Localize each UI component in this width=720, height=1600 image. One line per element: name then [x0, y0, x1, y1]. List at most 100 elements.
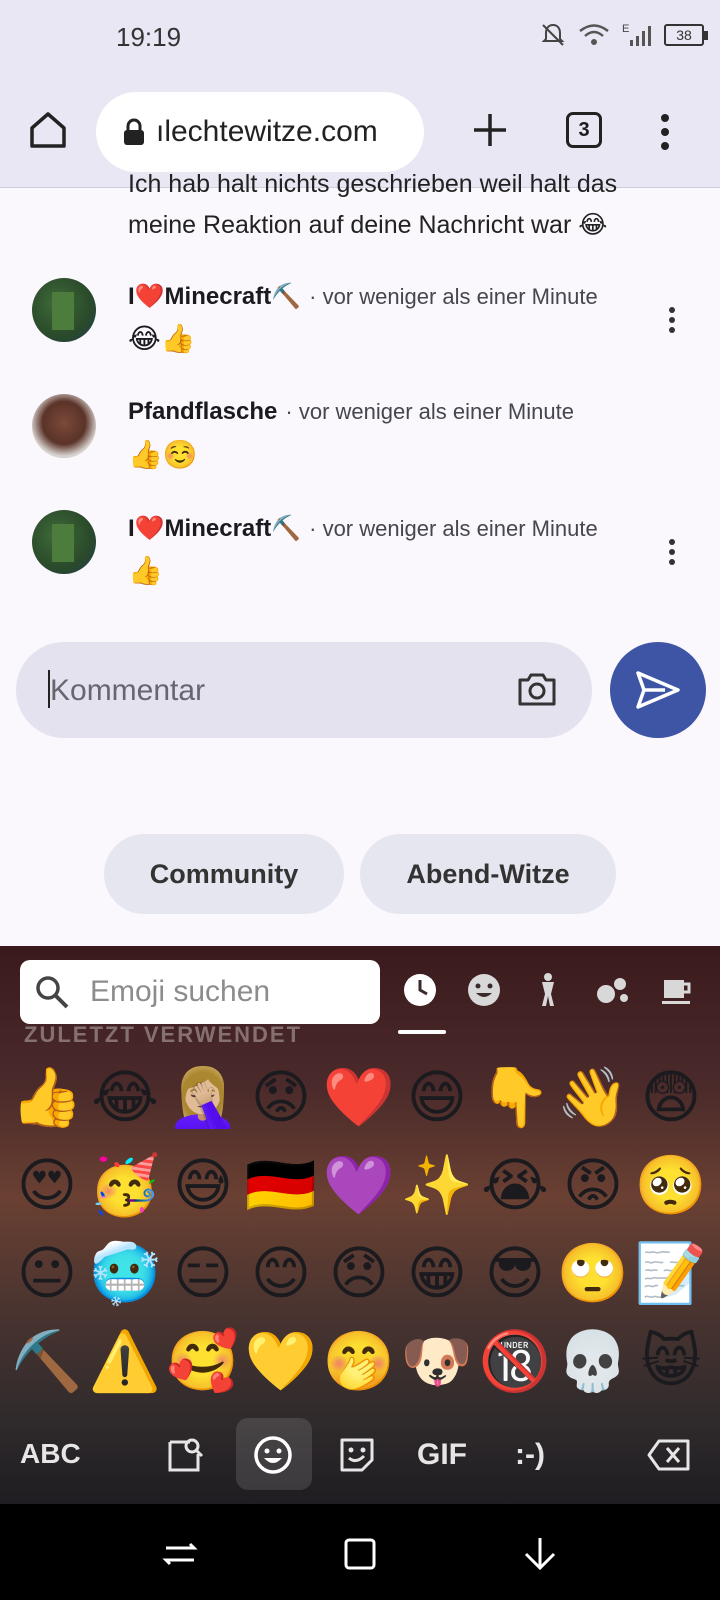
abc-button[interactable]: ABC: [20, 1438, 81, 1470]
people-category-icon[interactable]: [526, 968, 570, 1012]
comment-options-icon[interactable]: [660, 304, 684, 340]
keyboard-bottom-row: ABC GIF :-): [0, 1418, 720, 1498]
active-category-indicator: [398, 1030, 446, 1034]
lock-icon: [124, 118, 144, 145]
emoji-key[interactable]: ❤️: [320, 1054, 398, 1142]
comment-timestamp: · vor weniger als einer Minute: [309, 284, 598, 309]
comment-text: meine Reaktion auf deine Nachricht war 😂: [128, 211, 608, 239]
emoji-key[interactable]: 🔞: [476, 1318, 554, 1406]
muted-bell-icon: [541, 23, 565, 46]
camera-icon[interactable]: [516, 670, 558, 708]
emoji-key[interactable]: 👋: [554, 1054, 632, 1142]
emoji-key[interactable]: 😐: [8, 1230, 86, 1318]
avatar[interactable]: [32, 278, 96, 342]
emoticon-button[interactable]: :-): [500, 1430, 560, 1480]
emoji-key[interactable]: 😁: [398, 1230, 476, 1318]
emoji-category-tabs: [398, 968, 698, 1012]
new-tab-icon[interactable]: [468, 108, 512, 152]
sticker-icon[interactable]: [332, 1430, 382, 1480]
address-bar[interactable]: ılechtewitze.com: [96, 92, 424, 172]
wifi-icon: [579, 24, 609, 45]
comment-timestamp: · vor weniger als einer Minute: [309, 516, 598, 541]
emoji-key[interactable]: 🤭: [320, 1318, 398, 1406]
avatar[interactable]: [32, 394, 96, 458]
comment-timestamp: · vor weniger als einer Minute: [285, 399, 574, 424]
emoji-key[interactable]: 😄: [398, 1054, 476, 1142]
emoji-key[interactable]: ⚠️: [86, 1318, 164, 1406]
status-time: 19:19: [116, 22, 182, 52]
emoji-key[interactable]: 😸: [632, 1318, 710, 1406]
emoji-tab-icon[interactable]: [248, 1430, 298, 1480]
svg-text:E: E: [622, 23, 629, 35]
backspace-icon[interactable]: [644, 1430, 694, 1480]
chip-community[interactable]: Community: [104, 834, 344, 914]
emoji-key[interactable]: 👍: [8, 1054, 86, 1142]
emoji-key[interactable]: 🇩🇪: [242, 1142, 320, 1230]
emoji-key[interactable]: 😎: [476, 1230, 554, 1318]
emoji-keyboard: Emoji suchen ZULETZT VERWENDET 👍 😂 🤦🏼‍♀️ 😟 ❤…: [0, 946, 720, 1504]
recently-used-label: ZULETZT VERWENDET: [24, 1022, 303, 1047]
emoji-grid: 👍 😂 🤦🏼‍♀️ 😟 ❤️ 😄 👇 👋 😨 😍 🥳 😅 🇩🇪 💜 ✨ 😭 😡 🥺 😐 🥶 😑 😊 😞 😁 😎 🙄 📝 ⛏️ ⚠️ 🥰 💛 🤭…: [8, 1054, 720, 1406]
emoji-key[interactable]: 😡: [554, 1142, 632, 1230]
comment-author[interactable]: Pfandflasche: [128, 398, 277, 426]
comment-header: I❤️Minecraft⛏️ · vor weniger als einer M…: [128, 514, 598, 543]
comment-text: 👍☺️: [128, 439, 198, 470]
emoji-key[interactable]: 😟: [242, 1054, 320, 1142]
comment-author[interactable]: I❤️Minecraft⛏️: [128, 514, 301, 543]
emoji-key[interactable]: 😨: [632, 1054, 710, 1142]
comment-input-placeholder: Kommentar: [50, 674, 206, 707]
status-icons: E 38: [540, 22, 708, 48]
emoji-key[interactable]: 💀: [554, 1318, 632, 1406]
comment-header: Pfandflasche · vor weniger als einer Min…: [128, 398, 574, 426]
emoji-key[interactable]: 😊: [242, 1230, 320, 1318]
comment-text: 👍: [128, 555, 163, 586]
emoji-search-placeholder: Emoji suchen: [90, 975, 271, 1008]
comment-options-icon[interactable]: [660, 536, 684, 572]
emoji-key[interactable]: 🙄: [554, 1230, 632, 1318]
emoji-key[interactable]: ⛏️: [8, 1318, 86, 1406]
send-icon: [636, 671, 680, 709]
recent-apps-icon[interactable]: [160, 1534, 200, 1574]
emoji-key[interactable]: 🥺: [632, 1142, 710, 1230]
emoji-key[interactable]: 🥶: [86, 1230, 164, 1318]
emoji-key[interactable]: 🥳: [86, 1142, 164, 1230]
sticker-search-icon[interactable]: [160, 1430, 210, 1480]
chip-abend-witze[interactable]: Abend-Witze: [360, 834, 616, 914]
emoji-key[interactable]: 😍: [8, 1142, 86, 1230]
home-square-icon[interactable]: [340, 1534, 380, 1574]
url-text: ılechtewitze.com: [156, 115, 378, 148]
emoji-key[interactable]: 🤦🏼‍♀️: [164, 1054, 242, 1142]
tab-switcher-button[interactable]: 3: [566, 112, 602, 148]
emoji-key[interactable]: 🥰: [164, 1318, 242, 1406]
emoji-key[interactable]: ✨: [398, 1142, 476, 1230]
emoji-key[interactable]: 😅: [164, 1142, 242, 1230]
home-icon[interactable]: [26, 108, 70, 152]
send-button[interactable]: [610, 642, 706, 738]
comment-text: 😂👍: [128, 323, 196, 354]
more-menu-icon[interactable]: [650, 112, 680, 152]
emoji-search-input[interactable]: Emoji suchen: [20, 960, 380, 1024]
system-navigation-bar: [0, 1504, 720, 1600]
signal-icon: E: [622, 23, 651, 46]
gif-button[interactable]: GIF: [412, 1430, 472, 1480]
emoji-key[interactable]: 😞: [320, 1230, 398, 1318]
battery-icon: 38: [664, 24, 708, 46]
emoji-key[interactable]: 👇: [476, 1054, 554, 1142]
emoji-key[interactable]: 😭: [476, 1142, 554, 1230]
food-category-icon[interactable]: [654, 968, 698, 1012]
comment-text-partial: Ich hab halt nichts geschrieben weil hal…: [128, 170, 618, 198]
emoji-key[interactable]: 📝: [632, 1230, 710, 1318]
comment-author[interactable]: I❤️Minecraft⛏️: [128, 282, 301, 311]
emoji-key[interactable]: 🐶: [398, 1318, 476, 1406]
status-bar: 19:19 E 38: [0, 0, 720, 78]
recent-clock-icon[interactable]: [398, 968, 442, 1012]
avatar[interactable]: [32, 510, 96, 574]
smiley-category-icon[interactable]: [462, 968, 506, 1012]
activities-category-icon[interactable]: [590, 968, 634, 1012]
emoji-key[interactable]: 💜: [320, 1142, 398, 1230]
comment-header: I❤️Minecraft⛏️ · vor weniger als einer M…: [128, 282, 598, 311]
emoji-key[interactable]: 💛: [242, 1318, 320, 1406]
hide-keyboard-icon[interactable]: [520, 1534, 560, 1574]
emoji-key[interactable]: 😑: [164, 1230, 242, 1318]
emoji-key[interactable]: 😂: [86, 1054, 164, 1142]
